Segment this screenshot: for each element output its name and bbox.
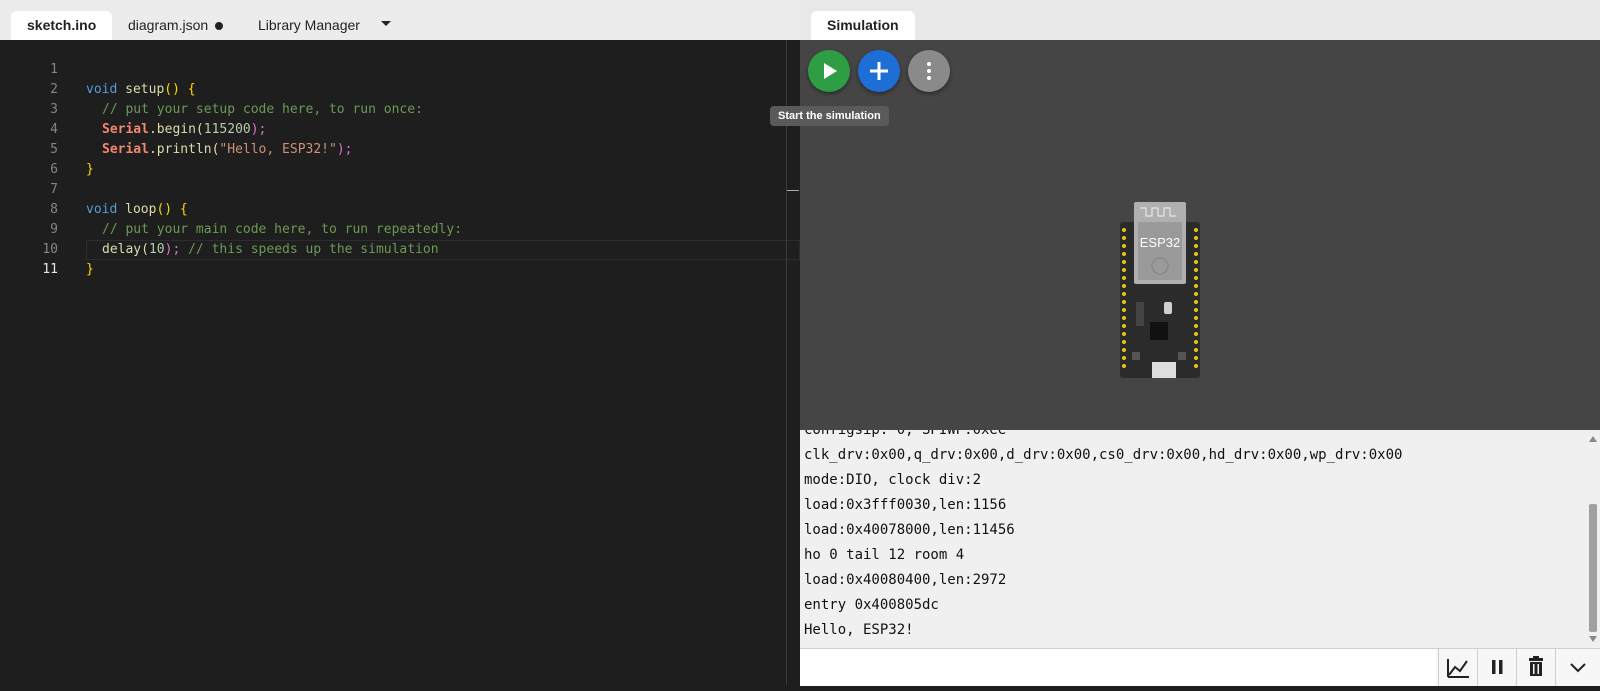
console-line: load:0x40080400,len:2972	[804, 572, 1007, 588]
simulation-tab-bar: Simulation	[800, 0, 1600, 40]
editor-ruler	[786, 40, 787, 685]
more-options-button[interactable]	[908, 50, 950, 92]
scrollbar-thumb[interactable]	[1589, 504, 1597, 632]
console-line: entry 0x400805dc	[804, 597, 939, 613]
console-line: configsip: 0, SPIWP:0xee	[804, 430, 1007, 438]
editor-tab-bar: sketch.ino diagram.json Library Manager	[0, 0, 800, 40]
code-line: 6	[0, 140, 800, 177]
simulation-canvas[interactable]: Start the simulation ESP32	[770, 40, 1600, 430]
unsaved-dot-icon	[215, 22, 224, 31]
code-line: 11	[0, 240, 800, 277]
serial-monitor[interactable]: configsip: 0, SPIWP:0xee clk_drv:0x00,q_…	[800, 430, 1586, 648]
code-editor[interactable]: 1 void setup() { 2 // put your setup cod…	[0, 40, 800, 685]
clear-button[interactable]	[1516, 649, 1555, 686]
tab-label: diagram.json	[128, 17, 209, 33]
esp32-board[interactable]: ESP32	[1112, 202, 1208, 382]
collapse-console-button[interactable]	[1555, 649, 1600, 686]
console-line: ho 0 tail 12 room 4	[804, 547, 965, 563]
scroll-up-icon[interactable]	[1589, 436, 1597, 442]
plotter-button[interactable]	[1438, 649, 1477, 686]
code-line: 2 // put your setup code here, to run on…	[0, 60, 800, 117]
scroll-down-icon[interactable]	[1589, 636, 1597, 642]
code-line: 3 Serial.begin(115200);	[0, 80, 800, 137]
tab-label: sketch.ino	[27, 17, 97, 33]
chevron-down-icon	[1570, 663, 1586, 673]
tab-sketch-ino[interactable]: sketch.ino	[11, 11, 113, 40]
add-part-button[interactable]	[858, 50, 900, 92]
board-label: ESP32	[1140, 235, 1180, 250]
code-line: 4 Serial.println("Hello, ESP32!");	[0, 100, 800, 157]
play-icon	[824, 63, 837, 79]
trash-icon	[1529, 656, 1543, 676]
scroll-marker	[787, 190, 799, 191]
line-chart-icon	[1447, 659, 1469, 678]
console-line: mode:DIO, clock div:2	[804, 472, 982, 488]
console-line: load:0x3fff0030,len:1156	[804, 497, 1007, 513]
code-line: 1 void setup() {	[0, 40, 800, 97]
start-simulation-button[interactable]	[808, 50, 850, 92]
code-token: }	[86, 262, 94, 277]
code-line: 7 void loop() {	[0, 160, 800, 217]
tab-diagram-json[interactable]: diagram.json	[128, 11, 224, 40]
simulation-pane: Simulation Start the simulation ESP32 co…	[770, 0, 1600, 686]
editor-pane: sketch.ino diagram.json Library Manager …	[0, 0, 800, 685]
tab-simulation[interactable]: Simulation	[811, 11, 915, 40]
tab-label: Library Manager	[258, 17, 360, 33]
serial-input-field[interactable]	[800, 649, 1436, 686]
code-line: 9 delay(10); // this speeds up the simul…	[0, 200, 800, 257]
code-line: 10 }	[0, 220, 800, 277]
code-line: 5 }	[0, 120, 800, 177]
plus-icon	[870, 62, 888, 80]
console-scrollbar[interactable]	[1586, 430, 1600, 648]
tab-label: Simulation	[827, 17, 899, 33]
console-line: clk_drv:0x00,q_drv:0x00,d_drv:0x00,cs0_d…	[804, 447, 1403, 463]
console-line: load:0x40078000,len:11456	[804, 522, 1015, 538]
code-line: 8 // put your main code here, to run rep…	[0, 180, 800, 237]
line-number: 11	[42, 262, 58, 277]
pause-icon	[1492, 660, 1503, 674]
more-vertical-icon	[927, 62, 931, 80]
tab-library-manager[interactable]: Library Manager	[258, 11, 360, 40]
console-toolbar	[800, 648, 1600, 686]
console-line: Hello, ESP32!	[804, 622, 914, 638]
pause-button[interactable]	[1477, 649, 1516, 686]
tooltip: Start the simulation	[770, 106, 889, 126]
chevron-down-icon[interactable]	[381, 21, 391, 26]
